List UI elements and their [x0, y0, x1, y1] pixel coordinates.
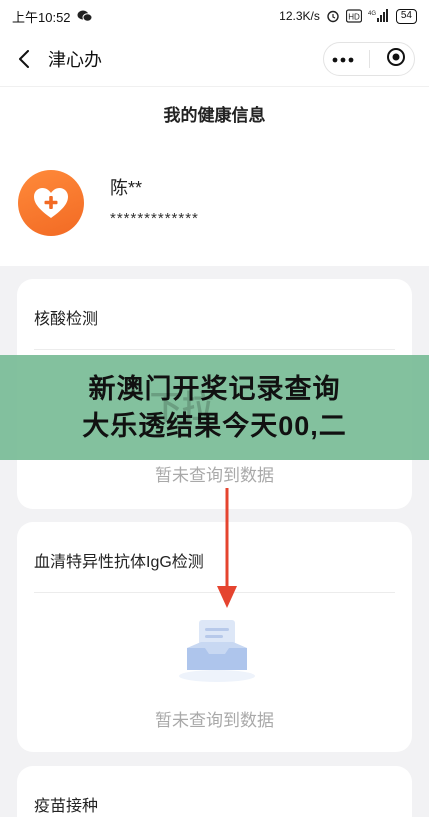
- banner-line-2: 大乐透结果今天00,二: [82, 410, 347, 441]
- back-icon[interactable]: [14, 49, 34, 69]
- capsule-divider: [369, 50, 371, 68]
- miniprogram-capsule: [323, 42, 415, 76]
- alarm-icon: [326, 9, 340, 23]
- network-type: 4G: [368, 11, 376, 17]
- close-target-icon[interactable]: [386, 47, 406, 72]
- ad-banner[interactable]: 新澳门开奖记录查询 大乐透结果今天00,二: [0, 355, 429, 460]
- down-arrow-icon: [217, 488, 237, 608]
- nav-title: 津心办: [48, 50, 102, 70]
- status-time: 上午10:52: [12, 9, 71, 25]
- banner-line-1: 新澳门开奖记录查询: [88, 373, 341, 404]
- empty-box-icon: [177, 614, 257, 689]
- hd-label: HD: [348, 13, 360, 22]
- user-id-masked: *************: [110, 210, 199, 227]
- card-title: 疫苗接种: [34, 798, 99, 815]
- vaccination-card[interactable]: 疫苗接种: [17, 766, 412, 817]
- hd-signal-icon: HD: [345, 9, 362, 23]
- health-avatar: [18, 170, 84, 236]
- battery-indicator: 54: [395, 8, 417, 24]
- network-speed: 12.3K/s: [279, 9, 320, 23]
- watermark-text: 下拉: [150, 389, 215, 425]
- card-title: 血清特异性抗体IgG检测: [34, 554, 204, 571]
- status-bar: 上午10:52 12.3K/s HD 4G 54: [0, 0, 429, 32]
- empty-text: 暂未查询到数据: [155, 711, 274, 730]
- wechat-icon: [77, 9, 93, 23]
- profile-section: 陈** *************: [0, 140, 429, 266]
- cell-signal-icon: 4G: [368, 9, 390, 23]
- card-divider: [34, 349, 395, 350]
- card-title: 核酸检测: [34, 311, 99, 328]
- user-name: 陈**: [110, 178, 143, 198]
- more-icon[interactable]: [332, 50, 354, 68]
- heart-plus-icon: [34, 188, 68, 218]
- nav-bar: 津心办: [0, 32, 429, 86]
- empty-text: 暂未查询到数据: [155, 466, 274, 485]
- page-title: 我的健康信息: [0, 86, 429, 140]
